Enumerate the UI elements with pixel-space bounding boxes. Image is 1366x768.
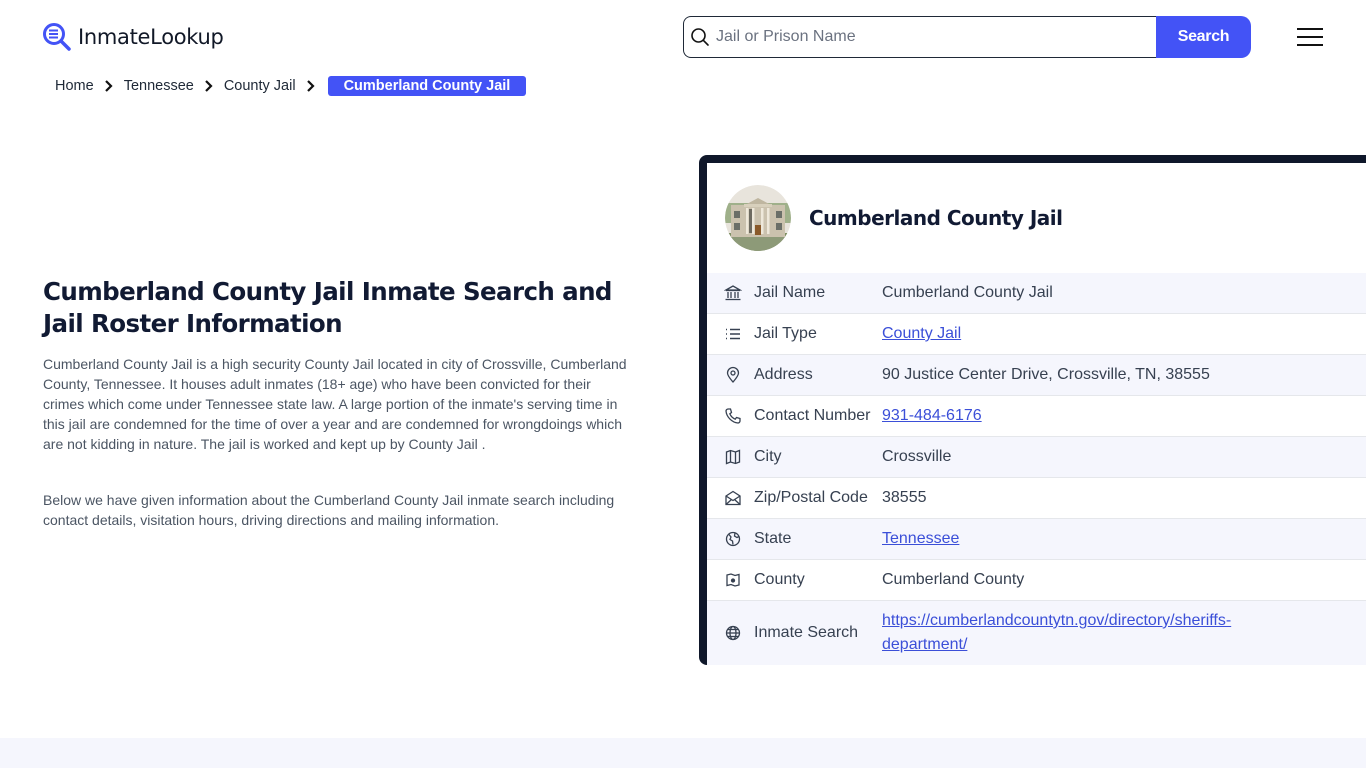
- row-value: Cumberland County Jail: [882, 284, 1053, 301]
- row-label: Inmate Search: [754, 624, 859, 641]
- intro-paragraph: Cumberland County Jail is a high securit…: [43, 356, 627, 452]
- map-pin-icon: [726, 366, 740, 383]
- info-row-county: County Cumberland County: [707, 560, 1366, 601]
- breadcrumb-tennessee[interactable]: Tennessee: [124, 78, 194, 94]
- mail-open-icon: [725, 490, 741, 506]
- page-title: Cumberland County Jail Inmate Search and…: [43, 277, 612, 338]
- site-logo[interactable]: InmateLookup: [42, 22, 224, 52]
- row-value: Crossville: [882, 448, 952, 465]
- search-button[interactable]: Search: [1156, 16, 1251, 58]
- logo-text: InmateLookup: [78, 25, 224, 49]
- info-row-state: State Tennessee: [707, 519, 1366, 560]
- logo-magnifier-icon: [43, 23, 71, 51]
- row-value: Cumberland County: [882, 571, 1025, 588]
- info-row-contact-number: Contact Number 931-484-6176: [707, 396, 1366, 437]
- search-field[interactable]: [683, 16, 1156, 58]
- row-label: Jail Name: [754, 284, 826, 301]
- search-bar: Search: [683, 16, 1251, 58]
- row-label: Jail Type: [754, 325, 817, 342]
- row-value: https://cumberlandcountytn.gov/directory…: [882, 609, 1302, 657]
- card-title: Cumberland County Jail: [809, 206, 1063, 230]
- row-value: 90 Justice Center Drive, Crossville, TN,…: [882, 366, 1210, 383]
- globe-icon: [725, 625, 741, 641]
- breadcrumb-current: Cumberland County Jail: [327, 76, 527, 96]
- breadcrumb-home[interactable]: Home: [55, 78, 94, 94]
- breadcrumb: Home Tennessee County Jail Cumberland Co…: [55, 76, 527, 96]
- row-label: County: [754, 571, 805, 588]
- jail-type-link[interactable]: County Jail: [882, 325, 961, 342]
- chevron-right-icon: [205, 80, 213, 92]
- phone-icon: [725, 408, 741, 424]
- row-value: 931-484-6176: [882, 407, 982, 425]
- jail-info-card: Cumberland County Jail Jail Name Cumberl…: [699, 155, 1366, 665]
- globe-region-icon: [725, 531, 741, 547]
- chevron-right-icon: [104, 80, 113, 92]
- info-row-city: City Crossville: [707, 437, 1366, 478]
- row-label: State: [754, 530, 792, 547]
- hamburger-menu-button[interactable]: [1297, 26, 1325, 48]
- info-row-address: Address 90 Justice Center Drive, Crossvi…: [707, 355, 1366, 396]
- hamburger-menu-icon-bar: [1297, 36, 1323, 38]
- jail-building-photo: [725, 185, 791, 251]
- info-row-jail-name: Jail Name Cumberland County Jail: [707, 273, 1366, 314]
- list-icon: [726, 328, 740, 340]
- breadcrumb-county-jail[interactable]: County Jail: [224, 78, 296, 94]
- search-icon: [691, 28, 709, 46]
- row-label: Address: [754, 366, 813, 383]
- info-row-inmate-search: Inmate Search https://cumberlandcountytn…: [707, 601, 1366, 665]
- row-label: Contact Number: [754, 407, 871, 424]
- row-label: Zip/Postal Code: [754, 489, 868, 506]
- info-row-zip: Zip/Postal Code 38555: [707, 478, 1366, 519]
- building-icon: [724, 285, 742, 301]
- map-icon: [725, 449, 741, 465]
- state-link[interactable]: Tennessee: [882, 530, 959, 547]
- row-value: 38555: [882, 489, 927, 506]
- info-paragraph: Below we have given information about th…: [43, 492, 615, 528]
- search-input[interactable]: [716, 28, 1136, 46]
- chevron-right-icon: [306, 80, 315, 92]
- row-value: County Jail: [882, 325, 961, 343]
- phone-link[interactable]: 931-484-6176: [882, 407, 982, 424]
- footer-band: [0, 738, 1366, 768]
- row-value: Tennessee: [882, 530, 959, 548]
- inmate-search-link[interactable]: https://cumberlandcountytn.gov/directory…: [882, 612, 1231, 653]
- county-map-icon: [726, 573, 740, 587]
- card-header: Cumberland County Jail: [707, 163, 1366, 273]
- hamburger-menu-icon-bar: [1297, 44, 1323, 46]
- hamburger-menu-icon-bar: [1297, 28, 1323, 30]
- info-row-jail-type: Jail Type County Jail: [707, 314, 1366, 355]
- row-label: City: [754, 448, 782, 465]
